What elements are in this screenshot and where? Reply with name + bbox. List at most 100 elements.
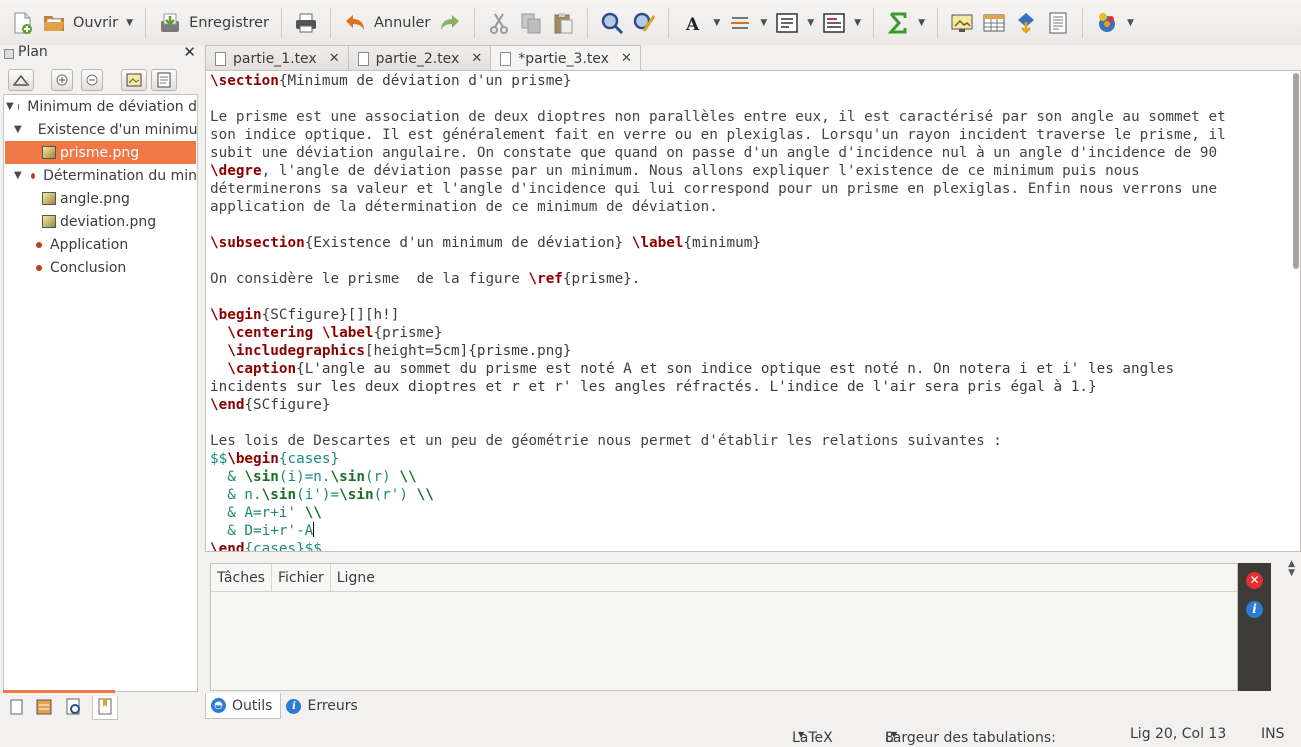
view-button[interactable]: [1042, 5, 1074, 41]
code-editor[interactable]: \section{Minimum de déviation d'un prism…: [205, 70, 1301, 552]
tree-node-subsection-conclusion[interactable]: Conclusion: [36, 256, 126, 279]
tab-partie-2[interactable]: partie_2.tex ✕: [347, 45, 492, 71]
code-line[interactable]: \centering \label{prisme}: [210, 324, 1226, 342]
expand-arrow-icon[interactable]: ▼: [14, 170, 23, 181]
side-tab-files[interactable]: [4, 696, 30, 720]
compile-button[interactable]: [1010, 5, 1042, 41]
section-dropdown-arrow[interactable]: ▼: [854, 18, 861, 28]
list-dropdown-arrow[interactable]: ▼: [807, 18, 814, 28]
tree-node-subsection-application[interactable]: Application: [36, 233, 128, 256]
expand-arrow-icon[interactable]: ▼: [6, 101, 14, 112]
code-line[interactable]: déterminerons sa valeur et l'angle d'inc…: [210, 180, 1226, 198]
editor-text[interactable]: \section{Minimum de déviation d'un prism…: [210, 72, 1226, 551]
figure-button[interactable]: [946, 5, 978, 41]
tab-errors[interactable]: i Erreurs: [281, 693, 365, 719]
code-line[interactable]: & A=r+i' \\: [210, 504, 1226, 522]
code-line[interactable]: On considère le prisme de la figure \ref…: [210, 270, 1226, 288]
open-button[interactable]: Ouvrir: [38, 5, 122, 41]
close-panel-icon[interactable]: ✕: [183, 43, 196, 61]
panel-splitter[interactable]: ▲ ▼: [205, 556, 1301, 578]
code-line[interactable]: incidents sur les deux dioptres et r et …: [210, 378, 1226, 396]
tree-node-image-deviation[interactable]: deviation.png: [42, 210, 156, 233]
tree-node-image-angle[interactable]: angle.png: [42, 187, 130, 210]
tree-node-section-minimum[interactable]: ▼ Minimum de déviation d: [4, 95, 197, 118]
build-dropdown-arrow[interactable]: ▼: [1127, 18, 1134, 28]
math-button[interactable]: [882, 5, 914, 41]
close-tab-icon[interactable]: ✕: [471, 51, 482, 66]
side-tab-symbols[interactable]: [32, 696, 58, 720]
show-images-button[interactable]: [121, 69, 147, 91]
tree-node-image-prisme[interactable]: prisme.png: [5, 141, 196, 164]
code-line[interactable]: & \sin(i)=n.\sin(r) \\: [210, 468, 1226, 486]
section-button[interactable]: [818, 5, 850, 41]
build-button[interactable]: [1091, 5, 1123, 41]
code-line[interactable]: application de la détermination de ce mi…: [210, 198, 1226, 216]
code-token: Le prisme est une association de deux di…: [210, 109, 1226, 125]
code-line[interactable]: Les lois de Descartes et un peu de géomé…: [210, 432, 1226, 450]
undo-button[interactable]: Annuler: [339, 5, 434, 41]
math-dropdown-arrow[interactable]: ▼: [918, 18, 925, 28]
expand-all-button[interactable]: [51, 69, 73, 91]
code-line[interactable]: \degre, l'angle de déviation passe par u…: [210, 162, 1226, 180]
editor-scrollbar[interactable]: [1291, 71, 1300, 551]
table-button[interactable]: [978, 5, 1010, 41]
tab-errors-label: Erreurs: [307, 698, 358, 714]
column-header-tasks[interactable]: Tâches: [211, 564, 272, 591]
scrollbar-thumb[interactable]: [1293, 73, 1299, 269]
code-line[interactable]: \end{cases}$$: [210, 540, 1226, 551]
info-icon[interactable]: i: [1246, 601, 1263, 618]
list-button[interactable]: [771, 5, 803, 41]
splitter-arrows-icon[interactable]: ▲ ▼: [1288, 560, 1295, 578]
format-dropdown-arrow[interactable]: ▼: [760, 18, 767, 28]
open-dropdown-arrow[interactable]: ▼: [126, 18, 133, 28]
code-line[interactable]: $$\begin{cases}: [210, 450, 1226, 468]
code-line[interactable]: son indice optique. Il est généralement …: [210, 126, 1226, 144]
tab-partie-1[interactable]: partie_1.tex ✕: [205, 45, 349, 71]
replace-button[interactable]: [628, 5, 660, 41]
code-line[interactable]: [210, 414, 1226, 432]
dock-icon[interactable]: [4, 49, 14, 59]
structure-sync-button[interactable]: [8, 69, 34, 91]
code-line[interactable]: \subsection{Existence d'un minimum de dé…: [210, 234, 1226, 252]
side-tab-bookmarks[interactable]: [92, 696, 118, 720]
save-button[interactable]: Enregistrer: [154, 5, 273, 41]
close-error-icon[interactable]: ✕: [1246, 572, 1263, 589]
close-tab-icon[interactable]: ✕: [621, 51, 632, 66]
code-line[interactable]: \caption{L'angle au sommet du prisme est…: [210, 360, 1226, 378]
collapse-all-button[interactable]: [81, 69, 103, 91]
code-line[interactable]: [210, 90, 1226, 108]
tree-node-subsection-existence[interactable]: ▼ Existence d'un minimu: [4, 118, 197, 141]
cut-button[interactable]: [483, 5, 515, 41]
print-button[interactable]: [290, 5, 322, 41]
column-header-file[interactable]: Fichier: [272, 564, 331, 591]
code-line[interactable]: \begin{SCfigure}[][h!]: [210, 306, 1226, 324]
expand-arrow-icon[interactable]: ▼: [14, 124, 22, 135]
code-line[interactable]: [210, 216, 1226, 234]
font-style-button[interactable]: A: [677, 5, 709, 41]
close-tab-icon[interactable]: ✕: [329, 51, 340, 66]
code-line[interactable]: [210, 252, 1226, 270]
code-token: , l'angle de déviation passe par un mini…: [261, 163, 1140, 179]
code-line[interactable]: \includegraphics[height=5cm]{prisme.png}: [210, 342, 1226, 360]
code-line[interactable]: \section{Minimum de déviation d'un prism…: [210, 72, 1226, 90]
code-line[interactable]: subit une déviation angulaire. On consta…: [210, 144, 1226, 162]
tab-partie-3[interactable]: *partie_3.tex ✕: [490, 45, 641, 71]
side-tab-structure[interactable]: [62, 696, 88, 720]
redo-button[interactable]: [434, 5, 466, 41]
format-button[interactable]: [724, 5, 756, 41]
code-line[interactable]: [210, 288, 1226, 306]
column-header-line[interactable]: Ligne: [331, 564, 381, 591]
tab-tools[interactable]: ◓ Outils: [205, 693, 282, 719]
tab-label: partie_1.tex: [233, 50, 317, 67]
code-line[interactable]: Le prisme est une association de deux di…: [210, 108, 1226, 126]
code-line[interactable]: \end{SCfigure}: [210, 396, 1226, 414]
find-button[interactable]: [596, 5, 628, 41]
paste-button[interactable]: [547, 5, 579, 41]
new-document-button[interactable]: [6, 5, 38, 41]
code-line[interactable]: & D=i+r'-A: [210, 522, 1226, 540]
font-dropdown-arrow[interactable]: ▼: [713, 18, 720, 28]
code-line[interactable]: & n.\sin(i')=\sin(r') \\: [210, 486, 1226, 504]
tree-node-subsection-determination[interactable]: ▼ Détermination du min: [4, 164, 197, 187]
show-text-button[interactable]: [151, 69, 177, 91]
copy-button[interactable]: [515, 5, 547, 41]
